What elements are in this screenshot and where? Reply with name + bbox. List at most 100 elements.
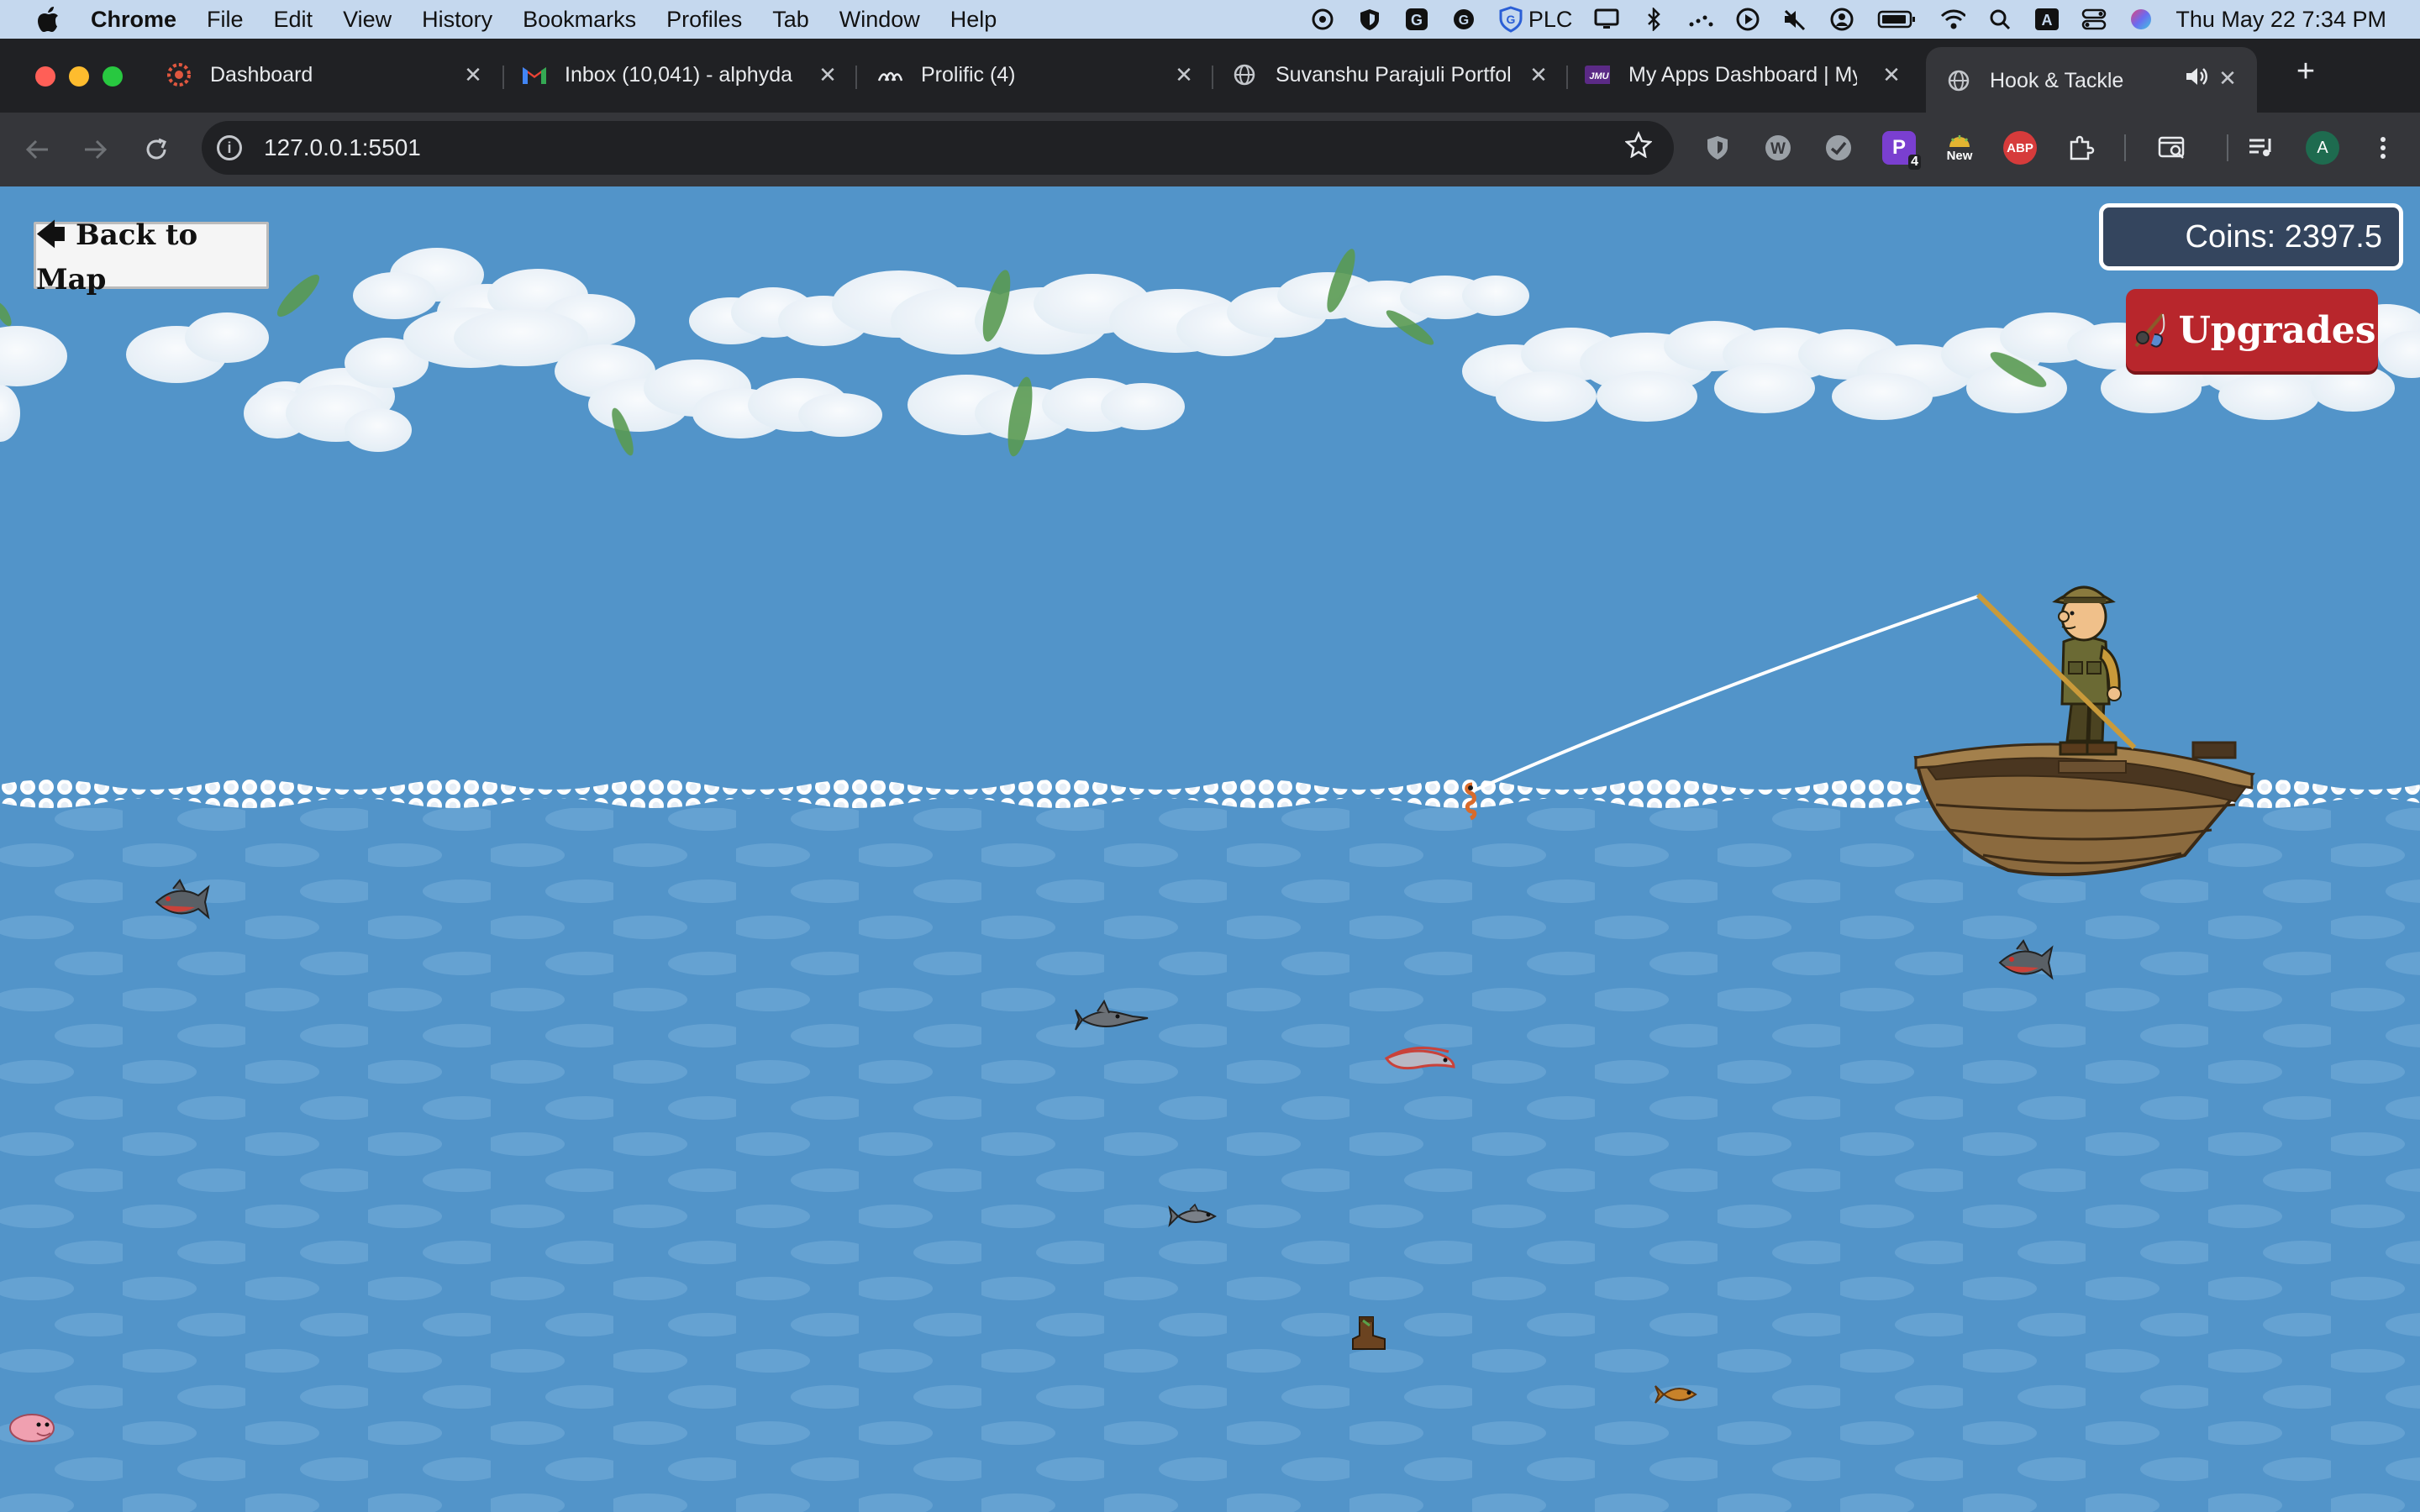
jmu-icon: JMU xyxy=(1585,62,1610,87)
tab-prolific[interactable]: Prolific (4) ✕ xyxy=(877,50,1197,99)
play-icon[interactable] xyxy=(1735,7,1760,32)
svg-text:G: G xyxy=(1411,12,1423,29)
blobfish-icon xyxy=(9,1414,55,1442)
tab-title: Hook & Tackle xyxy=(1990,68,2124,92)
menu-file[interactable]: File xyxy=(207,7,244,33)
new-extension-icon[interactable]: New xyxy=(1943,131,1976,165)
svg-text:W: W xyxy=(1770,140,1786,158)
tab-close-icon[interactable]: ✕ xyxy=(1879,62,1904,87)
battery-icon[interactable] xyxy=(1876,7,1918,32)
sunrise-icon xyxy=(1949,134,1970,147)
apple-menu-icon[interactable] xyxy=(32,3,66,36)
media-controls-icon[interactable] xyxy=(2245,131,2279,165)
speaker-icon[interactable] xyxy=(2185,66,2208,93)
prolific-extension-icon[interactable]: P 4 xyxy=(1882,131,1921,170)
tab-hook-and-tackle[interactable]: Hook & Tackle ✕ xyxy=(1926,47,2257,114)
menu-edit[interactable]: Edit xyxy=(274,7,313,33)
tab-separator xyxy=(1566,66,1568,89)
svg-text:G: G xyxy=(1506,13,1515,26)
fishing-rod-upgrade-icon xyxy=(2134,312,2165,348)
svg-text:A: A xyxy=(2042,12,2053,29)
chrome-menu-icon[interactable] xyxy=(2366,131,2400,165)
chatgpt-icon[interactable] xyxy=(1310,7,1335,32)
clock[interactable]: Thu May 22 7:34 PM xyxy=(2175,7,2386,33)
coins-label: Coins: 2397.5 xyxy=(2185,218,2383,255)
search-icon[interactable] xyxy=(1987,7,2012,32)
svg-text:G: G xyxy=(1459,13,1469,28)
control-center-icon[interactable] xyxy=(2081,7,2107,32)
menu-bookmarks[interactable]: Bookmarks xyxy=(523,7,636,33)
wifi-icon[interactable] xyxy=(1940,7,1966,32)
forward-icon[interactable] xyxy=(79,133,113,166)
menu-view[interactable]: View xyxy=(343,7,392,33)
profile-initial: A xyxy=(2317,138,2328,157)
tab-close-icon[interactable]: ✕ xyxy=(1526,62,1551,87)
bookmark-star-icon[interactable] xyxy=(1624,130,1653,165)
menu-window[interactable]: Window xyxy=(839,7,920,33)
abp-label: ABP xyxy=(2007,140,2033,155)
tab-my-apps[interactable]: JMU My Apps Dashboard | My ✕ xyxy=(1585,50,1904,99)
menu-history[interactable]: History xyxy=(422,7,492,33)
user-icon[interactable] xyxy=(1829,7,1854,32)
prolific-icon xyxy=(877,62,902,87)
tab-dashboard[interactable]: Dashboard ✕ xyxy=(166,50,486,99)
gmail-icon xyxy=(521,62,546,87)
new-tab-button[interactable]: + xyxy=(2291,55,2321,87)
plc-status[interactable]: G PLC xyxy=(1498,6,1573,33)
tab-portfolio[interactable]: Suvanshu Parajuli Portfol ✕ xyxy=(1232,50,1551,99)
tab-close-icon[interactable]: ✕ xyxy=(1171,62,1197,87)
privacy-shield-extension-icon[interactable] xyxy=(1701,131,1734,165)
toolbar-divider xyxy=(2124,134,2126,161)
grammarly-g-icon[interactable]: G xyxy=(1404,7,1429,32)
ocean-scene xyxy=(0,248,2420,1512)
tab-title: Prolific (4) xyxy=(921,62,1016,87)
back-to-map-button[interactable]: 🡄 Back to Map xyxy=(34,218,269,297)
w-extension-icon[interactable]: W xyxy=(1761,131,1795,165)
plc-label: PLC xyxy=(1528,6,1573,32)
macos-menubar: Chrome File Edit View History Bookmarks … xyxy=(0,0,2420,39)
menu-tab[interactable]: Tab xyxy=(772,7,809,33)
toolbar-divider xyxy=(2227,134,2228,161)
tab-close-icon[interactable]: ✕ xyxy=(815,62,840,87)
shield-icon[interactable] xyxy=(1357,7,1382,32)
dashboard-icon xyxy=(166,62,192,87)
address-bar[interactable]: i 127.0.0.1:5501 xyxy=(202,121,1674,175)
back-icon[interactable] xyxy=(20,133,54,166)
extension-badge: 4 xyxy=(1908,155,1921,170)
display-icon[interactable] xyxy=(1594,7,1619,32)
menu-chrome[interactable]: Chrome xyxy=(91,7,176,33)
input-source-icon[interactable]: A xyxy=(2034,7,2060,32)
site-info-icon[interactable]: i xyxy=(217,135,242,160)
siri-icon[interactable] xyxy=(2128,7,2154,32)
tab-title: Suvanshu Parajuli Portfol xyxy=(1276,62,1512,87)
tab-separator xyxy=(855,66,857,89)
fisherman xyxy=(2052,585,2122,756)
tab-close-icon[interactable]: ✕ xyxy=(460,62,486,87)
bluetooth-icon[interactable] xyxy=(1641,7,1666,32)
url-text[interactable]: 127.0.0.1:5501 xyxy=(264,134,421,161)
tab-title: Dashboard xyxy=(210,62,313,87)
window-zoom-button[interactable] xyxy=(103,66,123,87)
window-close-button[interactable] xyxy=(35,66,55,87)
tab-title: My Apps Dashboard | My xyxy=(1628,62,1857,87)
tab-search-icon[interactable] xyxy=(2156,131,2190,165)
coins-counter: Coins: 2397.5 xyxy=(2099,203,2403,270)
tab-title: Inbox (10,041) - alphyda xyxy=(565,62,793,87)
grammarly-icon[interactable]: G xyxy=(1451,7,1476,32)
mute-icon[interactable] xyxy=(1782,7,1807,32)
svg-text:JMU: JMU xyxy=(1589,71,1609,81)
profile-avatar[interactable]: A xyxy=(2306,131,2339,165)
check-extension-icon[interactable] xyxy=(1822,131,1855,165)
menu-profiles[interactable]: Profiles xyxy=(666,7,742,33)
game-canvas[interactable]: 🡄 Back to Map Coins: 2397.5 Upgrades xyxy=(0,186,2420,1512)
upgrades-button[interactable]: Upgrades xyxy=(2126,289,2378,371)
adblock-extension-icon[interactable]: ABP xyxy=(2003,131,2037,165)
window-minimize-button[interactable] xyxy=(69,66,89,87)
reload-icon[interactable] xyxy=(139,133,173,166)
menu-help[interactable]: Help xyxy=(950,7,997,33)
dots-app-icon[interactable] xyxy=(1688,7,1713,32)
tab-close-icon[interactable]: ✕ xyxy=(2215,66,2240,91)
puzzle-extensions-icon[interactable] xyxy=(2064,131,2097,165)
extension-new-badge: New xyxy=(1946,148,1973,163)
tab-inbox[interactable]: Inbox (10,041) - alphyda ✕ xyxy=(521,50,840,99)
